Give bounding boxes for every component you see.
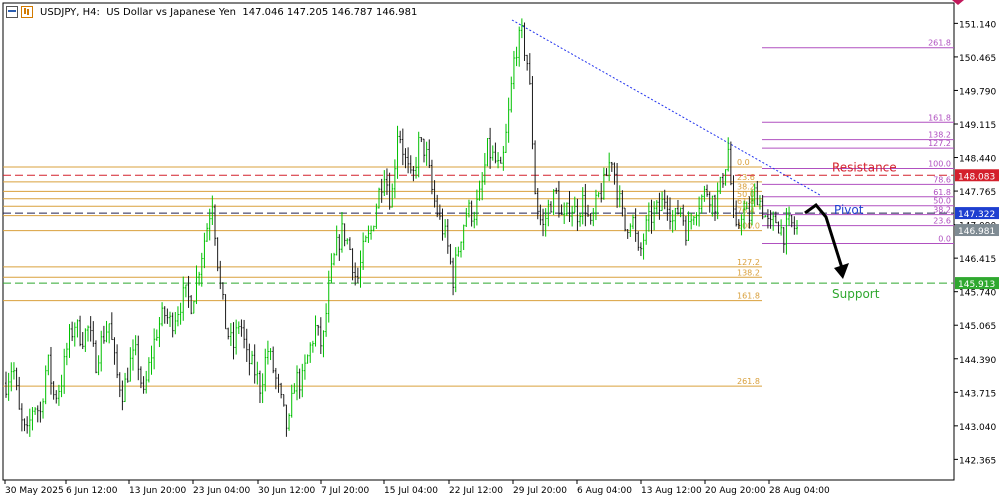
y-tick-label: 143.715 — [959, 389, 996, 399]
chart-area[interactable]: 151.140 150.465 149.790 149.115 148.440 147.7… — [0, 0, 1006, 500]
x-tick-label: 6 Jun 12:00 — [66, 486, 118, 496]
plot-frame — [2, 2, 955, 481]
fib-extension-label: 261.8 — [928, 39, 951, 48]
fib-extension-label: 161.8 — [928, 113, 951, 122]
support-label: Support — [832, 287, 880, 301]
fib-level-label: 138.2 — [737, 268, 760, 277]
fib-extension-label: 78.6 — [933, 175, 951, 184]
chart-type-icon[interactable] — [21, 6, 33, 18]
fib-extension-label: 0.0 — [938, 234, 951, 243]
symbol-title: USDJPY, H4: US Dollar vs Japanese Yen 14… — [40, 6, 418, 18]
fib-level-label: 0.0 — [737, 158, 750, 167]
y-tick-label: 151.140 — [959, 20, 996, 30]
y-tick-label: 145.065 — [959, 322, 996, 332]
y-tick-label: 144.390 — [959, 356, 996, 366]
y-tick-label: 150.465 — [959, 54, 996, 64]
x-tick-label: 7 Jul 20:00 — [321, 486, 370, 496]
chart-header: USDJPY, H4: US Dollar vs Japanese Yen 14… — [6, 2, 417, 22]
price-chart[interactable]: 151.140 150.465 149.790 149.115 148.440 147.7… — [0, 0, 1006, 500]
fib-extension-label: 23.6 — [933, 217, 951, 226]
resistance-price-tag: 148.083 — [958, 172, 995, 182]
y-tick-label: 146.415 — [959, 255, 996, 265]
x-tick-label: 28 Aug 04:00 — [769, 486, 830, 496]
x-tick-label: 6 Aug 04:00 — [577, 486, 632, 496]
x-tick-label: 13 Jun 20:00 — [129, 486, 186, 496]
x-tick-label: 15 Jul 04:00 — [384, 486, 438, 496]
current-price-tag: 146.981 — [958, 227, 995, 237]
y-tick-label: 147.765 — [959, 188, 996, 198]
fib-extension-label: 61.8 — [933, 188, 951, 197]
pivot-label: Pivot — [834, 203, 864, 217]
x-tick-label: 23 Jun 04:00 — [193, 486, 250, 496]
fib-level-label: 23.6 — [737, 173, 755, 182]
x-tick-label: 20 Aug 20:00 — [705, 486, 766, 496]
x-tick-label: 30 Jun 12:00 — [258, 486, 315, 496]
x-tick-label: 22 Jul 12:00 — [449, 486, 503, 496]
fib-extension-label: 127.2 — [928, 139, 951, 148]
y-tick-label: 149.115 — [959, 121, 996, 131]
pivot-price-tag: 147.322 — [958, 210, 995, 220]
chart-window-icon[interactable] — [6, 6, 18, 18]
x-tick-label: 13 Aug 12:00 — [641, 486, 702, 496]
y-tick-label: 149.790 — [959, 87, 996, 97]
fib-level-label: 261.8 — [737, 377, 760, 386]
y-tick-label: 143.040 — [959, 423, 996, 433]
x-tick-label: 29 Jul 20:00 — [513, 486, 567, 496]
y-tick-label: 142.365 — [959, 456, 996, 466]
support-price-tag: 145.913 — [958, 280, 995, 290]
fib-level-label: 127.2 — [737, 258, 760, 267]
resistance-label: Resistance — [832, 160, 897, 174]
fib-extension-label: 100.0 — [928, 159, 951, 168]
x-tick-label: 30 May 2025 — [5, 486, 64, 496]
fib-level-label: 100.0 — [737, 222, 760, 231]
y-tick-label: 145.740 — [959, 289, 996, 299]
fib-level-label: 161.8 — [737, 292, 760, 301]
fib-extension-label: 50.0 — [933, 197, 951, 206]
y-tick-label: 148.440 — [959, 155, 996, 165]
